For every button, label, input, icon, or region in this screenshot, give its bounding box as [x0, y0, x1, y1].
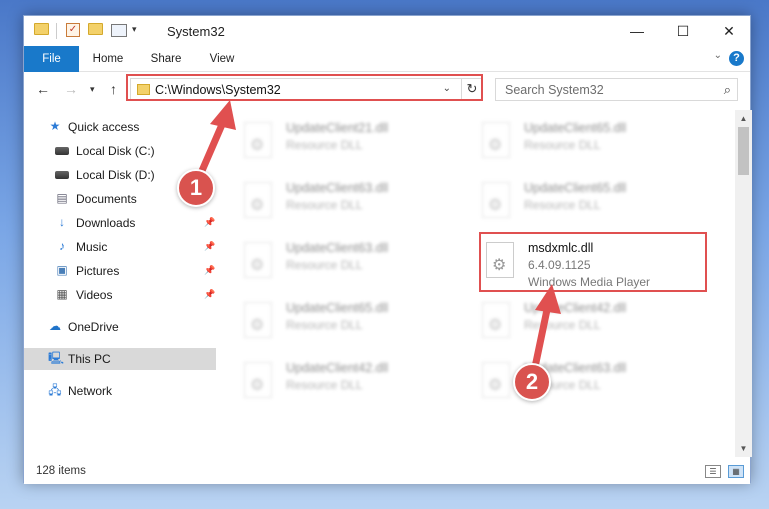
- arrow-1-head: [210, 100, 236, 130]
- annotation-arrows: [194, 100, 561, 376]
- arrow-2-shaft: [530, 301, 552, 376]
- arrow-2-head: [535, 284, 561, 314]
- step-badge-2: 2: [513, 363, 551, 401]
- step-badge-1: 1: [177, 169, 215, 207]
